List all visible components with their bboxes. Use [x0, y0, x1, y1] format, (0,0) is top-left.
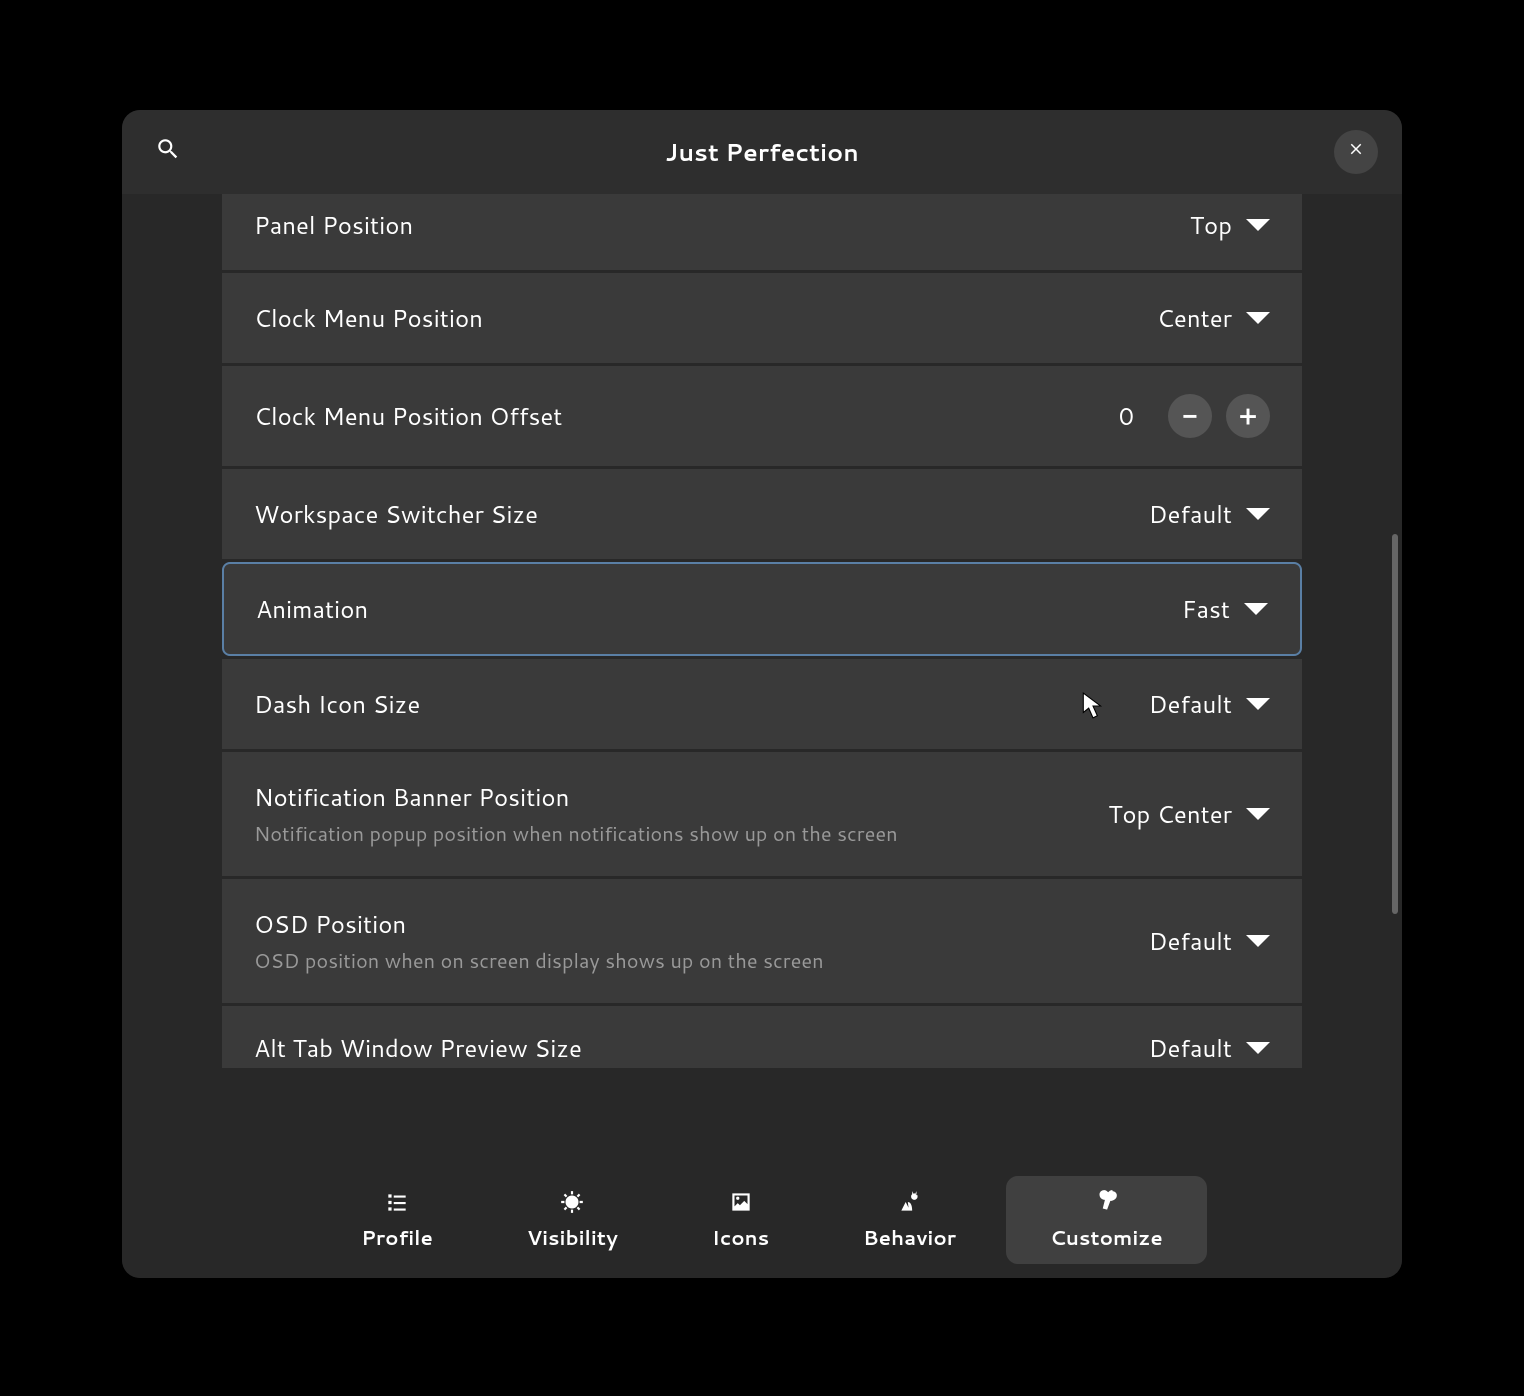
setting-value: Fast [1182, 592, 1230, 626]
setting-row-panel-position[interactable]: Panel Position Top [222, 194, 1302, 270]
setting-row-clock-menu-position[interactable]: Clock Menu Position Center [222, 273, 1302, 363]
paint-icon [1092, 1188, 1120, 1216]
chevron-down-icon [1246, 1042, 1270, 1054]
dropdown-control[interactable]: Top Center [1108, 797, 1270, 831]
close-icon [1347, 140, 1365, 164]
tab-label: Customize [1050, 1224, 1163, 1252]
plus-icon: + [1239, 398, 1257, 434]
setting-label: Animation [256, 592, 368, 626]
scrollbar[interactable] [1392, 534, 1398, 914]
tab-label: Profile [361, 1224, 433, 1252]
chevron-down-icon [1246, 219, 1270, 231]
setting-value: Default [1149, 497, 1232, 531]
header: Just Perfection [122, 110, 1402, 194]
dropdown-control[interactable]: Default [1149, 924, 1270, 958]
setting-value: Default [1149, 1031, 1232, 1065]
chevron-down-icon [1246, 935, 1270, 947]
setting-row-clock-menu-offset[interactable]: Clock Menu Position Offset 0 − + [222, 366, 1302, 466]
minus-icon: − [1182, 398, 1197, 434]
setting-label: Clock Menu Position Offset [254, 399, 562, 433]
setting-label: Notification Banner Position [254, 780, 898, 814]
increment-button[interactable]: + [1226, 394, 1270, 438]
setting-value: Top [1190, 208, 1232, 242]
list-icon [383, 1188, 411, 1216]
settings-window: Just Perfection Panel Position Top Clock… [122, 110, 1402, 1278]
chevron-down-icon [1246, 312, 1270, 324]
settings-content: Panel Position Top Clock Menu Position C… [122, 194, 1402, 1162]
tab-label: Icons [712, 1224, 769, 1252]
tab-bar: Profile Visibility Icons Behavior Custom… [122, 1162, 1402, 1278]
tab-label: Visibility [527, 1224, 618, 1252]
search-button[interactable] [146, 130, 190, 174]
setting-label: Workspace Switcher Size [254, 497, 538, 531]
tab-profile[interactable]: Profile [317, 1176, 477, 1264]
decrement-button[interactable]: − [1168, 394, 1212, 438]
tab-label: Behavior [863, 1224, 956, 1252]
tab-visibility[interactable]: Visibility [483, 1176, 662, 1264]
setting-value: Default [1149, 687, 1232, 721]
setting-label: Dash Icon Size [254, 687, 420, 721]
dropdown-control[interactable]: Center [1157, 301, 1270, 335]
setting-label: OSD Position [254, 907, 824, 941]
setting-value: Top Center [1108, 797, 1232, 831]
search-icon [155, 136, 181, 168]
chevron-down-icon [1246, 808, 1270, 820]
setting-row-notification-banner-position[interactable]: Notification Banner Position Notificatio… [222, 752, 1302, 876]
dropdown-control[interactable]: Fast [1182, 592, 1268, 626]
setting-row-animation[interactable]: Animation Fast [222, 562, 1302, 656]
tab-behavior[interactable]: Behavior [819, 1176, 1000, 1264]
stepper-value: 0 [1119, 399, 1134, 433]
setting-row-dash-icon-size[interactable]: Dash Icon Size Default [222, 659, 1302, 749]
setting-text: Notification Banner Position Notificatio… [254, 780, 898, 848]
dropdown-control[interactable]: Default [1149, 497, 1270, 531]
close-button[interactable] [1334, 130, 1378, 174]
setting-value: Center [1157, 301, 1232, 335]
window-title: Just Perfection [190, 135, 1334, 169]
setting-label: Clock Menu Position [254, 301, 483, 335]
behavior-icon [896, 1188, 924, 1216]
chevron-down-icon [1246, 508, 1270, 520]
chevron-down-icon [1244, 603, 1268, 615]
dropdown-control[interactable]: Default [1149, 1031, 1270, 1065]
setting-value: Default [1149, 924, 1232, 958]
setting-label: Alt Tab Window Preview Size [254, 1031, 582, 1065]
setting-row-workspace-switcher-size[interactable]: Workspace Switcher Size Default [222, 469, 1302, 559]
dropdown-control[interactable]: Top [1190, 208, 1270, 242]
image-icon [727, 1188, 755, 1216]
setting-row-osd-position[interactable]: OSD Position OSD position when on screen… [222, 879, 1302, 1003]
tab-customize[interactable]: Customize [1006, 1176, 1207, 1264]
chevron-down-icon [1246, 698, 1270, 710]
stepper-control: 0 − + [1119, 394, 1270, 438]
setting-subtitle: Notification popup position when notific… [254, 820, 898, 848]
setting-row-alt-tab-preview-size[interactable]: Alt Tab Window Preview Size Default [222, 1006, 1302, 1068]
setting-label: Panel Position [254, 208, 413, 242]
tab-icons[interactable]: Icons [668, 1176, 813, 1264]
dropdown-control[interactable]: Default [1149, 687, 1270, 721]
sun-icon [558, 1188, 586, 1216]
setting-subtitle: OSD position when on screen display show… [254, 947, 824, 975]
setting-text: OSD Position OSD position when on screen… [254, 907, 824, 975]
